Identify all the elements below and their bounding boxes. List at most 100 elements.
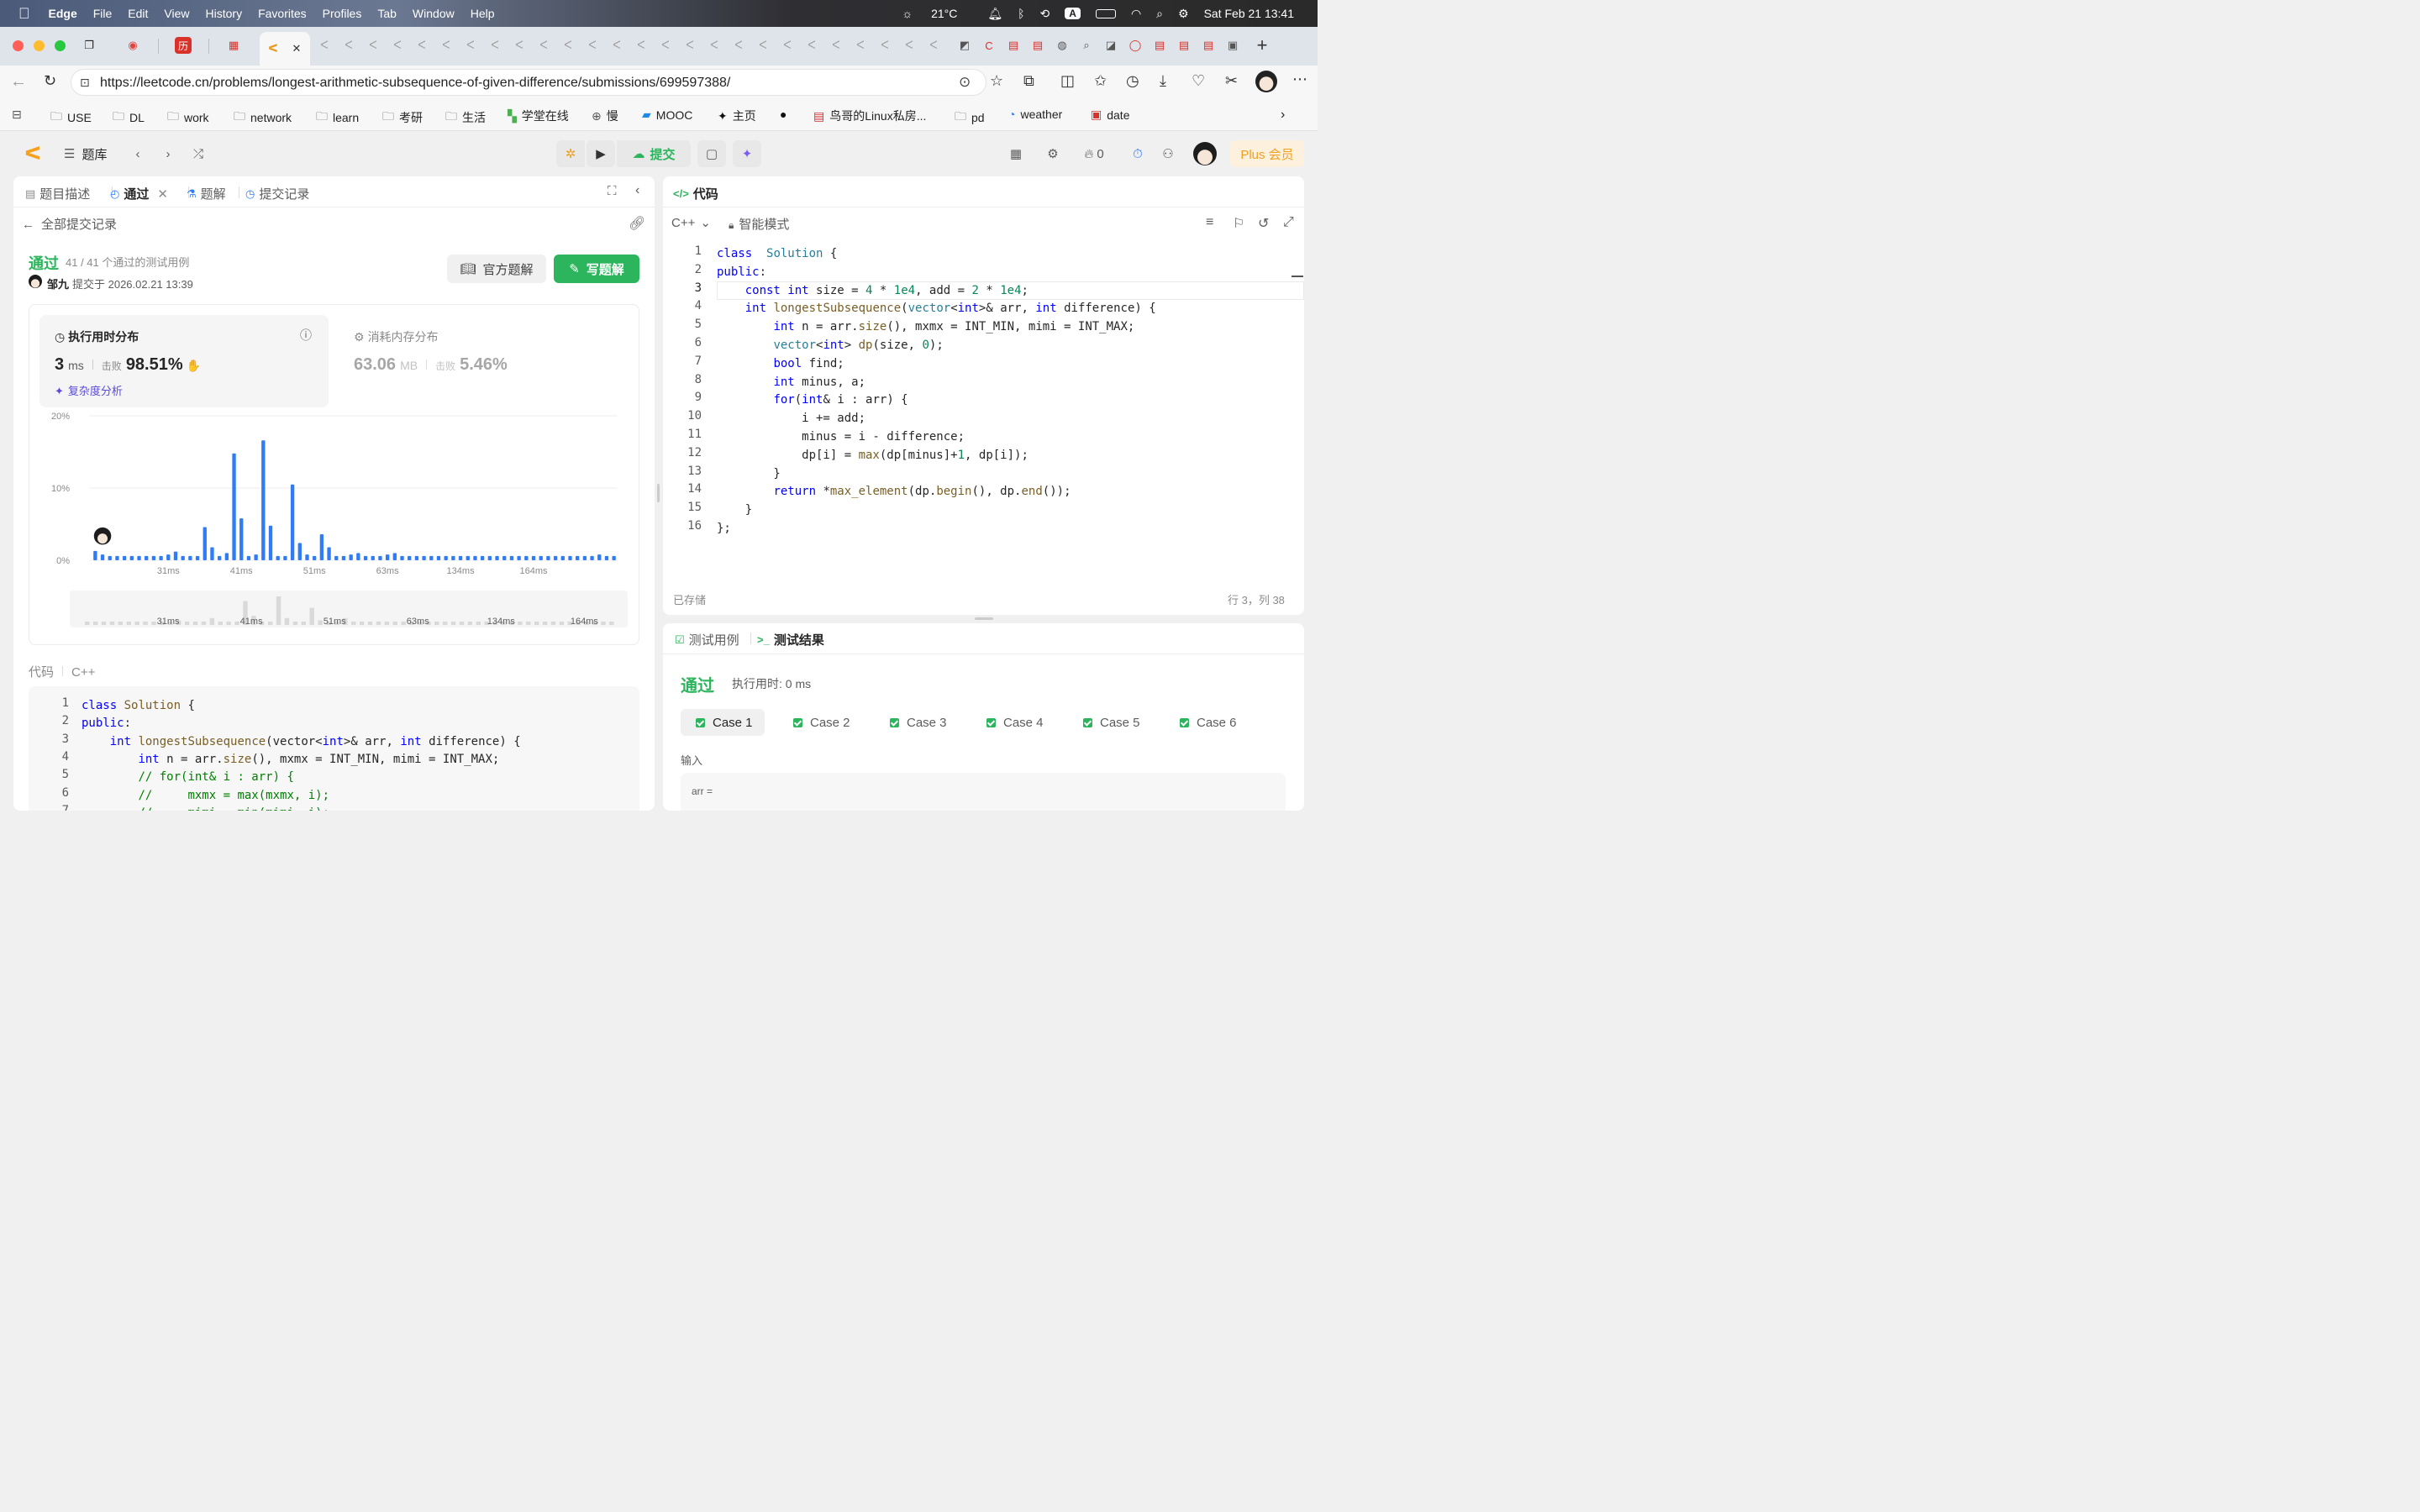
pinned-tab-icon[interactable]: ⌕ bbox=[1078, 37, 1095, 54]
input-box[interactable]: arr = bbox=[681, 773, 1286, 811]
pinned-tab-icon[interactable]: ◍ bbox=[1054, 37, 1071, 54]
tab-submissions[interactable]: ◷ 提交记录 bbox=[245, 185, 309, 202]
pinned-tab-icon[interactable]: ▤ bbox=[1151, 37, 1168, 54]
histogram-bar[interactable] bbox=[422, 555, 426, 560]
bookmark-linux-pdf[interactable]: ▤ 鸟哥的Linux私房... bbox=[813, 108, 926, 124]
pinned-leetcode-tab-icon[interactable]: ᐸ bbox=[511, 37, 528, 54]
menu-view[interactable]: View bbox=[164, 7, 189, 20]
pinned-leetcode-tab-icon[interactable]: ᐸ bbox=[438, 37, 455, 54]
streak-fire-counter[interactable]: 🔥︎ 0 bbox=[1077, 140, 1111, 167]
case-2-tab[interactable]: Case 2 bbox=[778, 709, 862, 736]
histogram-bar[interactable] bbox=[166, 554, 171, 560]
pinned-tab-icon[interactable]: ▤ bbox=[1005, 37, 1022, 54]
history-icon[interactable]: ◷ bbox=[1126, 72, 1139, 90]
histogram-bar[interactable] bbox=[560, 555, 565, 560]
bookmark-dl[interactable]: 🗀︎ DL bbox=[113, 108, 145, 128]
bluetooth-icon[interactable]: ᛒ bbox=[1018, 7, 1024, 20]
histogram-bar[interactable] bbox=[129, 555, 134, 560]
menu-edit[interactable]: Edit bbox=[128, 7, 148, 20]
histogram-bar[interactable] bbox=[122, 555, 127, 560]
menu-window[interactable]: Window bbox=[413, 7, 455, 20]
menubar-datetime[interactable]: Sat Feb 21 13:41 bbox=[1204, 7, 1294, 20]
pinned-tab-icon[interactable]: ◩ bbox=[956, 37, 973, 54]
bookmark-date[interactable]: ▣ date bbox=[1091, 108, 1129, 122]
back-to-submissions[interactable]: ← 全部提交记录 bbox=[22, 215, 117, 233]
reset-code-icon[interactable]: ↺ bbox=[1258, 215, 1269, 232]
histogram-bar[interactable] bbox=[246, 555, 251, 560]
bookmark-work[interactable]: 🗀︎ work bbox=[167, 108, 209, 128]
reload-button[interactable]: ↻ bbox=[44, 72, 56, 90]
pinned-leetcode-tab-icon[interactable]: ᐸ bbox=[657, 37, 674, 54]
url-text[interactable]: https://leetcode.cn/problems/longest-ari… bbox=[100, 76, 730, 91]
histogram-bar[interactable] bbox=[239, 518, 244, 560]
histogram-bar[interactable] bbox=[224, 553, 229, 560]
histogram-bar[interactable] bbox=[385, 554, 390, 560]
case-3-tab[interactable]: Case 3 bbox=[875, 709, 959, 736]
editor-body[interactable]: 1 class Solution {2 public: 3 const int siz… bbox=[663, 244, 1304, 588]
bookmark-icon[interactable]: ⚐ bbox=[1233, 215, 1244, 232]
screenshot-icon[interactable]: ✂ bbox=[1225, 72, 1238, 90]
histogram-bar[interactable] bbox=[313, 555, 317, 560]
next-problem-icon[interactable]: › bbox=[160, 140, 176, 167]
downloads-icon[interactable]: ⤓ bbox=[1160, 72, 1166, 90]
invite-user-icon[interactable]: ⚇ bbox=[1158, 140, 1178, 167]
histogram-bar[interactable] bbox=[151, 555, 156, 560]
language-select[interactable]: C++ ⌄ bbox=[671, 215, 711, 230]
histogram-bar[interactable] bbox=[100, 554, 105, 560]
histogram-bar[interactable] bbox=[568, 555, 572, 560]
histogram-bar[interactable] bbox=[334, 555, 339, 560]
apple-icon[interactable]:  bbox=[18, 5, 30, 23]
bookmarks-overflow-icon[interactable]: › bbox=[1281, 108, 1285, 123]
bookmark-use[interactable]: 🗀︎ USE bbox=[50, 108, 92, 128]
histogram-bar[interactable] bbox=[356, 553, 360, 560]
memory-summary[interactable]: ⚙ 消耗内存分布 63.06 MB 击败 5.46% bbox=[340, 315, 629, 407]
runtime-summary[interactable]: ◷ 执行用时分布 ⓘ 3 ms 击败 98.51% ✋ ✦ 复杂度分析 bbox=[39, 315, 329, 407]
pinned-leetcode-tab-icon[interactable]: ᐸ bbox=[852, 37, 869, 54]
more-menu-icon[interactable]: ⋯ bbox=[1292, 71, 1307, 88]
histogram-bar[interactable] bbox=[276, 555, 280, 560]
histogram-bar[interactable] bbox=[217, 555, 222, 560]
reading-list-icon[interactable]: ⊟ bbox=[12, 108, 27, 122]
tab-solutions[interactable]: ⚗ 题解 bbox=[187, 185, 226, 202]
histogram-bar[interactable] bbox=[188, 555, 192, 560]
histogram-bar[interactable] bbox=[553, 555, 558, 560]
histogram-bar[interactable] bbox=[159, 555, 163, 560]
pinned-leetcode-tab-icon[interactable]: ᐸ bbox=[462, 37, 479, 54]
tab-accepted[interactable]: ◴ 通过 ✕ bbox=[110, 185, 168, 202]
histogram-bar[interactable] bbox=[203, 527, 207, 560]
pinned-leetcode-tab-icon[interactable]: ᐸ bbox=[730, 37, 747, 54]
bookmark-shenghuo[interactable]: 🗀︎ 生活 bbox=[445, 108, 486, 128]
layout-icon[interactable]: ▦ bbox=[1007, 140, 1025, 167]
url-field[interactable]: ⊡ https://leetcode.cn/problems/longest-a… bbox=[71, 69, 986, 96]
histogram-bar[interactable] bbox=[210, 547, 214, 560]
pinned-leetcode-tab-icon[interactable]: ᐸ bbox=[389, 37, 406, 54]
menu-file[interactable]: File bbox=[93, 7, 113, 20]
pinned-tab-icon[interactable]: ▤ bbox=[1200, 37, 1217, 54]
fullscreen-icon[interactable]: ⤢ bbox=[1283, 215, 1294, 230]
histogram-bar[interactable] bbox=[371, 555, 375, 560]
histogram-bar[interactable] bbox=[181, 555, 185, 560]
horizontal-resize-handle[interactable] bbox=[975, 617, 993, 620]
tab-close-icon[interactable]: ✕ bbox=[157, 186, 168, 202]
leetcode-logo-icon[interactable]: ᐸ bbox=[24, 140, 42, 167]
histogram-bar[interactable] bbox=[466, 555, 470, 560]
histogram-bar[interactable] bbox=[436, 555, 441, 560]
pinned-tab-icon[interactable]: ▣ bbox=[1224, 37, 1241, 54]
maximize-icon[interactable]: ⛶ bbox=[608, 184, 617, 198]
bookmark-weather[interactable]: ◔ weather bbox=[1008, 108, 1062, 121]
histogram-bar[interactable] bbox=[297, 543, 302, 560]
pinned-leetcode-tab-icon[interactable]: ᐸ bbox=[608, 37, 625, 54]
histogram-bar[interactable] bbox=[137, 555, 141, 560]
pinned-leetcode-tab-icon[interactable]: ᐸ bbox=[584, 37, 601, 54]
bookmark-kaoyan[interactable]: 🗀︎ 考研 bbox=[382, 108, 423, 128]
menu-favorites[interactable]: Favorites bbox=[258, 7, 307, 20]
histogram-bar[interactable] bbox=[495, 555, 499, 560]
histogram-bar[interactable] bbox=[93, 550, 97, 560]
histogram-bar[interactable] bbox=[341, 555, 346, 560]
wifi-icon[interactable]: ◠ bbox=[1131, 7, 1141, 21]
histogram-bar[interactable] bbox=[531, 555, 536, 560]
timer-icon[interactable]: ⏱ bbox=[1128, 140, 1148, 167]
submit-button[interactable]: ☁ 提交 bbox=[617, 140, 691, 167]
control-center-icon[interactable]: ⚙︎ bbox=[1178, 7, 1189, 21]
notification-bell-icon[interactable]: 🔔︎ bbox=[987, 7, 1002, 21]
